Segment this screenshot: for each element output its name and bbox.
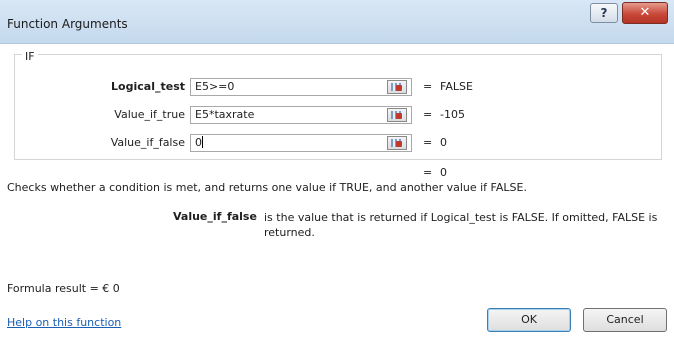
value-if-false-result: 0 [440,136,447,149]
function-name: IF [22,50,38,63]
ok-button[interactable]: OK [487,308,571,332]
title-bar: Function Arguments ? ✕ [0,0,674,44]
overall-result: 0 [440,166,447,179]
param-description: is the value that is returned if Logical… [264,211,658,239]
range-select-icon[interactable] [387,108,407,122]
value-if-true-label: Value_if_true [114,108,185,121]
logical-test-result: FALSE [440,80,473,93]
value-if-false-input[interactable]: 0 [190,134,412,152]
equals-sign: = [423,80,433,93]
logical-test-label: Logical_test [111,80,185,93]
equals-sign: = [423,166,433,179]
value-if-true-input[interactable]: E5*taxrate [190,106,412,124]
param-name: Value_if_false [173,210,257,223]
function-description: Checks whether a condition is met, and r… [7,181,527,194]
text-caret [202,136,203,148]
range-select-icon[interactable] [387,136,407,150]
logical-test-input[interactable]: E5>=0 [190,78,412,96]
value-if-true-result: -105 [440,108,465,121]
dialog-title: Function Arguments [7,17,128,31]
logical-test-value: E5>=0 [195,80,235,93]
help-link[interactable]: Help on this function [7,316,121,329]
equals-sign: = [423,108,433,121]
equals-sign: = [423,136,433,149]
help-icon[interactable]: ? [590,3,618,23]
cancel-button[interactable]: Cancel [583,308,667,332]
value-if-true-value: E5*taxrate [195,108,255,121]
value-if-false-value: 0 [195,136,202,149]
formula-result: Formula result = € 0 [7,282,120,295]
range-select-icon[interactable] [387,80,407,94]
close-icon[interactable]: ✕ [622,2,668,24]
value-if-false-label: Value_if_false [110,136,185,149]
